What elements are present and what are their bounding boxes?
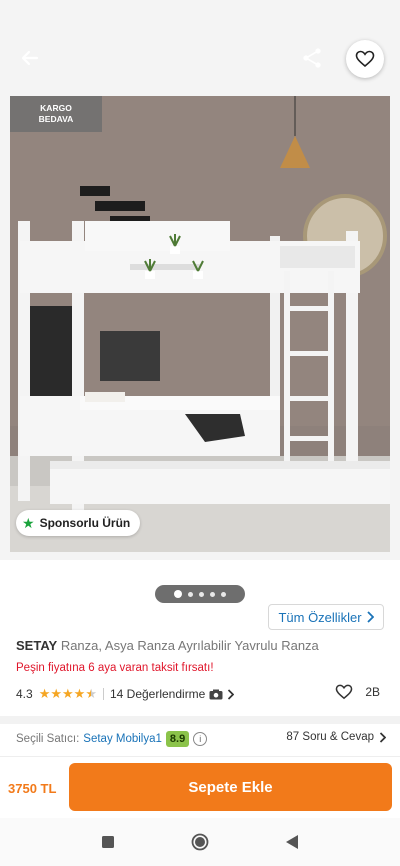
star-icon: ★ (22, 515, 35, 531)
favorite-count-value: 2B (365, 685, 380, 699)
share-icon (303, 48, 321, 68)
price: 3750 TL (8, 781, 57, 796)
app-bar (0, 30, 400, 86)
product-detail-screen: KARGO BEDAVA ★ Sponsorlu Ürün Tüm Özelli… (0, 0, 400, 866)
rating-value: 4.3 (16, 687, 33, 701)
arrow-left-icon (21, 50, 39, 66)
review-count: 14 Değerlendirme (109, 687, 206, 701)
camera-icon (209, 689, 223, 699)
home-button[interactable] (190, 832, 210, 852)
system-nav-bar (0, 818, 400, 866)
brand-name[interactable]: SETAY (16, 638, 57, 653)
badge-line1: KARGO (40, 103, 72, 113)
qa-link[interactable]: 87 Soru & Cevap (286, 731, 386, 743)
triangle-back-icon (286, 835, 298, 849)
bottom-action-bar: 3750 TL Sepete Ekle (0, 756, 400, 818)
product-title: SETAY Ranza, Asya Ranza Ayrılabilir Yavr… (16, 638, 386, 653)
carousel-dot[interactable] (199, 591, 204, 597)
product-name: Ranza, Asya Ranza Ayrılabilir Yavrulu Ra… (60, 638, 319, 653)
star-rating-icon: ★★★★★ (38, 686, 97, 701)
seller-row: Seçili Satıcı: Setay Mobilya1 8.9 i 87 S… (16, 728, 386, 750)
carousel-dot[interactable] (188, 591, 193, 597)
back-nav-button[interactable] (282, 832, 302, 852)
back-button[interactable] (14, 42, 46, 74)
installment-text: Peşin fiyatına 6 aya varan taksit fırsat… (16, 662, 214, 674)
seller-label: Seçili Satıcı: (16, 733, 80, 745)
seller-name-link[interactable]: Setay Mobilya1 (83, 733, 162, 745)
qa-text: 87 Soru & Cevap (286, 731, 374, 743)
favorite-button[interactable] (346, 40, 384, 78)
carousel-dot[interactable] (210, 591, 215, 597)
recent-apps-button[interactable] (98, 832, 118, 852)
add-to-cart-button[interactable]: Sepete Ekle (69, 763, 392, 811)
bunk-bed-photo (10, 96, 390, 552)
heart-icon (336, 684, 353, 700)
carousel-dot[interactable] (221, 591, 226, 597)
section-divider (0, 716, 400, 724)
free-shipping-badge: KARGO BEDAVA (10, 96, 102, 132)
chevron-right-icon (228, 688, 235, 700)
heart-icon (355, 50, 375, 68)
product-image[interactable]: KARGO BEDAVA ★ Sponsorlu Ürün (10, 96, 390, 552)
badge-line2: BEDAVA (38, 114, 74, 124)
chevron-right-icon (379, 731, 386, 743)
carousel-dot[interactable] (174, 590, 182, 598)
circle-icon (191, 833, 209, 851)
share-button[interactable] (296, 42, 328, 74)
sponsored-badge: ★ Sponsorlu Ürün (16, 510, 141, 536)
favorite-count[interactable]: 2B (335, 684, 380, 700)
reviews-link[interactable]: 14 Değerlendirme (109, 687, 235, 701)
sponsored-label: Sponsorlu Ürün (39, 516, 131, 530)
rating-row: 4.3 ★★★★★ 14 Değerlendirme 2B (16, 684, 386, 704)
all-features-label: Tüm Özellikler (278, 609, 362, 625)
seller-score-badge: 8.9 (165, 731, 190, 747)
square-icon (102, 836, 114, 848)
carousel-indicator[interactable] (155, 585, 245, 603)
chevron-right-icon (366, 611, 374, 623)
divider (102, 688, 104, 700)
all-features-button[interactable]: Tüm Özellikler (268, 604, 384, 630)
info-icon[interactable]: i (193, 732, 208, 746)
